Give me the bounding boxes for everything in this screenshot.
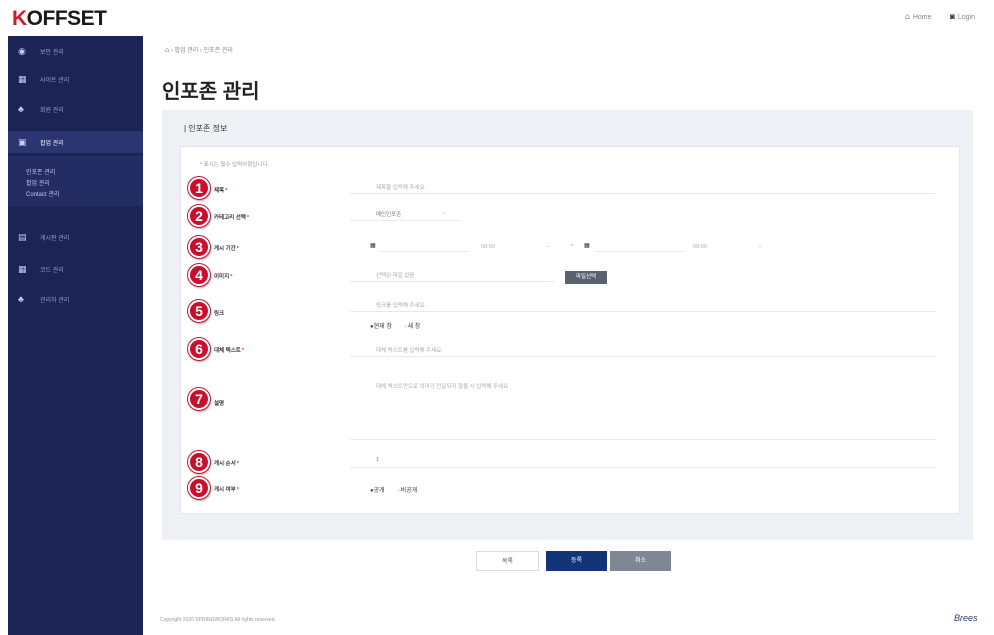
description-label: 설명 (214, 401, 225, 407)
step-badge: 1 (188, 177, 210, 199)
link-target-current-radio[interactable]: ●현재 창 (370, 321, 392, 330)
step-badge: 4 (188, 264, 210, 286)
calendar-icon[interactable]: ▦ (370, 242, 376, 249)
submenu-item-contact[interactable]: Contact 관리 (26, 189, 59, 198)
window-icon: ▣ (18, 137, 27, 147)
grid-icon: ▦ (18, 74, 27, 84)
sidebar-item-security[interactable]: ◉ 보안 관리 (8, 40, 143, 62)
category-label: 카테고리 선택* (214, 215, 250, 221)
period-label: 게시 기간* (214, 246, 239, 252)
cancel-button[interactable]: 취소 (610, 551, 671, 571)
sidebar-item-board[interactable]: ▤ 게시판 관리 (8, 226, 143, 248)
publish-label: 게시 여부* (214, 487, 239, 493)
link-input[interactable]: 링크를 입력해 주세요. (350, 296, 936, 312)
calendar-icon[interactable]: ▦ (584, 242, 590, 249)
step-badge: 6 (188, 338, 210, 360)
publish-public-radio[interactable]: ●공개 (370, 485, 385, 494)
page-title: 인포존 관리 (162, 81, 260, 103)
publish-private-radio[interactable]: ○비공개 (397, 485, 417, 494)
sidebar-item-members[interactable]: ♣ 회원 관리 (8, 98, 143, 120)
list-button[interactable]: 목록 (476, 551, 539, 571)
home-icon: ⌂ (905, 12, 910, 21)
file-select-button[interactable]: 파일선택 (565, 271, 607, 284)
board-icon: ▤ (18, 232, 27, 242)
submenu-item-popup[interactable]: 팝업 관리 (26, 178, 50, 187)
end-date-input[interactable] (594, 236, 684, 252)
sidebar-item-admin[interactable]: ♣ 관리자 관리 (8, 288, 143, 310)
chevron-down-icon: ⌄ (546, 243, 551, 249)
alt-text-label: 대체 텍스트* (214, 348, 244, 354)
shield-icon: ◉ (18, 46, 26, 56)
description-textarea[interactable]: 대체 텍스트만으로 의미가 전달되지 않을 시 입력해 주세요. (350, 373, 936, 440)
sidebar-submenu: 인포존 관리 팝업 관리 Contact 관리 (8, 156, 143, 206)
home-link[interactable]: ⌂ Home (905, 12, 932, 21)
admin-icon: ♣ (18, 294, 24, 304)
start-date-input[interactable] (380, 236, 470, 252)
sidebar: ◉ 보안 관리 ▦ 사이트 관리 ♣ 회원 관리 ▣ 팝업 관리 인포존 관리 팝업 관… (8, 36, 143, 635)
site-logo[interactable]: KOFFSET (12, 7, 107, 31)
code-icon: ▦ (18, 264, 27, 274)
home-icon[interactable]: ⌂ (165, 47, 169, 54)
top-bar: KOFFSET ⌂ Home ◙ Login (0, 0, 994, 36)
breadcrumb: ⌂ › 팝업 관리 › 인포존 관리 (165, 47, 233, 54)
link-target-new-radio[interactable]: ○새 창 (404, 321, 420, 330)
users-icon: ♣ (18, 104, 24, 114)
category-select[interactable]: 메인인포존 ⌄ (350, 205, 460, 221)
section-title: | 인포존 정보 (184, 124, 228, 133)
period-separator: ~ (570, 243, 574, 249)
user-icon: ◙ (950, 12, 955, 21)
chevron-down-icon: ⌄ (758, 243, 763, 249)
order-label: 게시 순서* (214, 461, 239, 467)
submenu-item-infozone[interactable]: 인포존 관리 (26, 167, 55, 176)
title-label: 제목* (214, 188, 228, 194)
login-link[interactable]: ◙ Login (950, 12, 975, 21)
required-note: * 표시는 필수 입력사항입니다. (200, 162, 269, 168)
sidebar-item-site[interactable]: ▦ 사이트 관리 (8, 68, 143, 90)
title-input[interactable]: 제목을 입력해 주세요. (350, 178, 936, 194)
footer-copyright: Copyright 2020 SPRINGWORKS All rights re… (160, 617, 276, 623)
step-badge: 7 (188, 388, 210, 410)
sidebar-item-code[interactable]: ▦ 코드 관리 (8, 258, 143, 280)
step-badge: 9 (188, 477, 210, 499)
alt-text-input[interactable]: 대체 텍스트를 입력해 주세요. (350, 341, 936, 357)
start-time-select[interactable]: 00:00 (481, 244, 495, 250)
step-badge: 5 (188, 300, 210, 322)
sidebar-item-popup[interactable]: ▣ 팝업 관리 (8, 131, 143, 153)
link-label: 링크 (214, 311, 225, 317)
chevron-down-icon: ⌄ (442, 210, 447, 216)
save-button[interactable]: 등록 (546, 551, 607, 571)
image-file-input[interactable]: 선택된 파일 없음 (350, 266, 555, 282)
image-label: 이미지* (214, 274, 233, 280)
footer-brand-logo: Brees (954, 613, 978, 623)
step-badge: 3 (188, 236, 210, 258)
step-badge: 8 (188, 451, 210, 473)
step-badge: 2 (188, 205, 210, 227)
order-input[interactable]: 1 (350, 452, 936, 468)
end-time-select[interactable]: 00:00 (693, 244, 707, 250)
